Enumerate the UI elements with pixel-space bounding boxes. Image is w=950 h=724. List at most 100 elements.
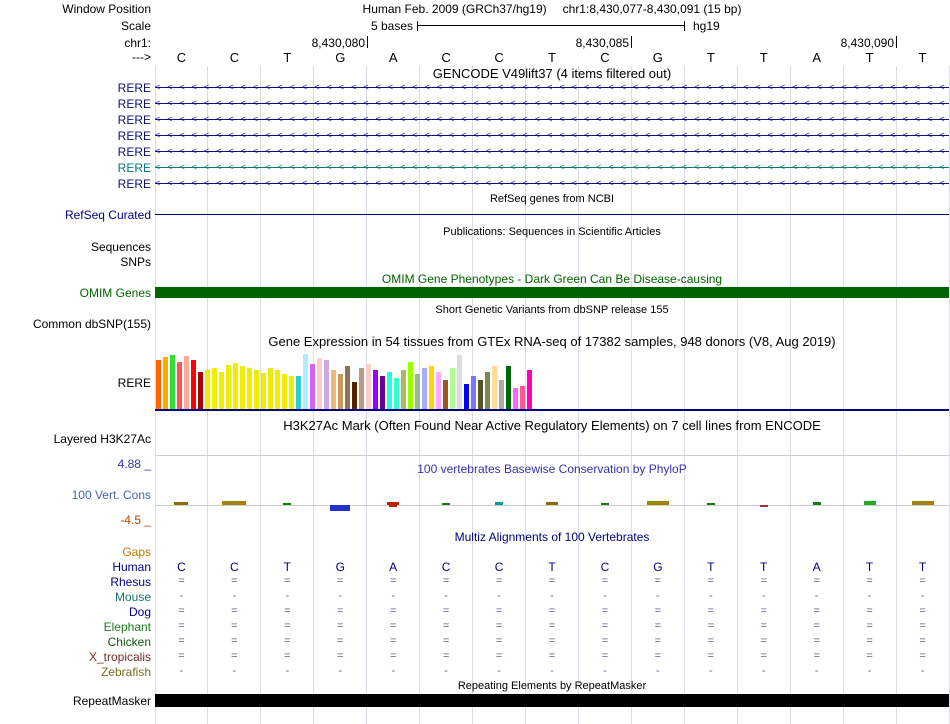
alignment-glyph: - [179, 665, 184, 677]
species-label: X_tropicalis [88, 650, 151, 664]
alignment-glyph: = [601, 650, 609, 662]
alignment-base: T [707, 560, 715, 574]
alignment-glyph: = [919, 650, 926, 662]
alignment-glyph: = [284, 635, 291, 647]
repeatmasker-label[interactable]: RepeatMasker [0, 694, 151, 708]
alignment-glyph: = [231, 605, 238, 617]
alignment-glyph: = [284, 605, 291, 617]
alignment-glyph: = [337, 605, 344, 617]
alignment-glyph: = [495, 635, 503, 647]
alignment-glyph: = [178, 575, 185, 587]
alignment-glyph: - [920, 590, 925, 602]
multiz-row-mouse[interactable]: Mouse - - - - - - - - - - - - - - - [0, 589, 949, 604]
alignment-glyph: - [814, 590, 819, 602]
multiz-row-rhesus[interactable]: Rhesus = = = = = = = = = = = = = = = [0, 574, 949, 589]
alignment-glyph: = [495, 575, 503, 587]
alignment-glyph: - [708, 665, 713, 677]
alignment-glyph: = [813, 650, 820, 662]
alignment-glyph: = [654, 605, 662, 617]
alignment-glyph: = [601, 605, 609, 617]
alignment-glyph: = [760, 650, 767, 662]
alignment-glyph: = [178, 605, 185, 617]
species-label: Rhesus [110, 575, 151, 589]
alignment-glyph: = [442, 575, 450, 587]
alignment-glyph: = [866, 605, 873, 617]
species-label: Dog [128, 605, 151, 619]
alignment-glyph: - [867, 590, 872, 602]
alignment-glyph: - [232, 590, 237, 602]
alignment-glyph: = [389, 575, 397, 587]
alignment-glyph: - [497, 590, 501, 602]
alignment-glyph: - [285, 665, 290, 677]
alignment-glyph: = [760, 620, 767, 632]
alignment-base: A [812, 560, 821, 574]
multiz-row-gaps[interactable]: Gaps [0, 544, 949, 559]
alignment-glyph: = [866, 635, 873, 647]
multiz-row-zebrafish[interactable]: Zebrafish - - - - - - - - - - - - - - - [0, 664, 949, 679]
alignment-glyph: = [813, 605, 820, 617]
alignment-glyph: = [707, 575, 715, 587]
alignment-glyph: = [178, 650, 185, 662]
alignment-glyph: = [866, 575, 873, 587]
alignment-glyph: = [707, 620, 715, 632]
multiz-row-human[interactable]: Human C C T G A C C T C G T T A T T [0, 559, 949, 574]
alignment-glyph: = [548, 605, 556, 617]
alignment-glyph: - [814, 665, 819, 677]
alignment-glyph: = [813, 620, 820, 632]
alignment-glyph: = [389, 650, 397, 662]
alignment-glyph: = [231, 650, 238, 662]
alignment-glyph: = [337, 635, 344, 647]
multiz-row-chicken[interactable]: Chicken = = = = = = = = = = = = = = = [0, 634, 949, 649]
alignment-glyph: - [497, 665, 501, 677]
alignment-glyph: - [338, 590, 343, 602]
alignment-glyph: = [707, 605, 715, 617]
alignment-glyph: = [548, 620, 556, 632]
species-label: Elephant [103, 620, 151, 634]
alignment-glyph: = [495, 605, 503, 617]
alignment-glyph: = [442, 635, 450, 647]
multiz-row-elephant[interactable]: Elephant = = = = = = = = = = = = = = = [0, 619, 949, 634]
alignment-base: G [335, 560, 345, 574]
alignment-glyph: = [284, 650, 291, 662]
alignment-glyph: = [654, 635, 662, 647]
alignment-glyph: = [919, 605, 926, 617]
alignment-glyph: - [761, 665, 766, 677]
alignment-glyph: - [550, 590, 554, 602]
alignment-glyph: - [603, 590, 607, 602]
alignment-glyph: = [284, 575, 291, 587]
alignment-glyph: - [603, 665, 607, 677]
alignment-glyph: - [550, 665, 554, 677]
alignment-glyph: = [178, 620, 185, 632]
alignment-glyph: - [338, 665, 343, 677]
multiz-row-dog[interactable]: Dog = = = = = = = = = = = = = = = [0, 604, 949, 619]
alignment-base: T [918, 560, 927, 574]
alignment-glyph: = [231, 635, 238, 647]
alignment-glyph: = [284, 620, 291, 632]
alignment-glyph: = [866, 650, 873, 662]
alignment-glyph: - [656, 590, 660, 602]
alignment-glyph: = [495, 650, 503, 662]
alignment-base: C [230, 560, 239, 574]
alignment-glyph: - [391, 665, 396, 677]
genome-browser-view[interactable]: Window Position Human Feb. 2009 (GRCh37/… [0, 0, 950, 724]
alignment-glyph: = [760, 605, 767, 617]
alignment-glyph: = [337, 575, 344, 587]
repeatmasker-bar[interactable] [155, 694, 949, 707]
alignment-base: A [389, 560, 398, 574]
multiz-rows: Gaps Human C C T G A C C T C G T T A T T Rhesus = = = = = = = = = =… [0, 0, 950, 724]
alignment-glyph: = [231, 620, 238, 632]
alignment-glyph: = [178, 635, 185, 647]
alignment-base: C [494, 560, 504, 574]
alignment-glyph: = [707, 650, 715, 662]
alignment-glyph: = [760, 575, 767, 587]
alignment-base: T [283, 560, 291, 574]
alignment-glyph: = [866, 620, 873, 632]
alignment-glyph: - [444, 590, 448, 602]
alignment-base: T [865, 560, 874, 574]
alignment-base: C [600, 560, 610, 574]
species-label: Mouse [114, 590, 151, 604]
alignment-glyph: - [708, 590, 713, 602]
alignment-glyph: = [707, 635, 715, 647]
alignment-base: T [548, 560, 556, 574]
multiz-row-x-tropicalis[interactable]: X_tropicalis = = = = = = = = = = = = = = = [0, 649, 949, 664]
